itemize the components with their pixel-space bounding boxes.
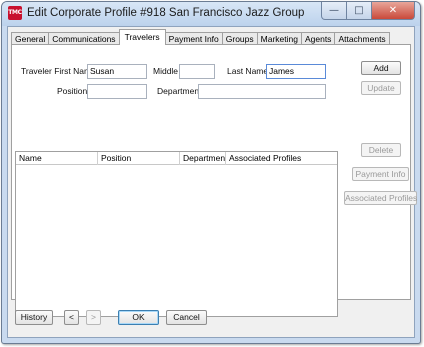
payment-info-button[interactable]: Payment Info xyxy=(352,167,409,181)
first-name-label: Traveler First Name xyxy=(21,66,96,76)
travelers-grid[interactable]: Name Position Department Associated Prof… xyxy=(15,151,338,317)
app-logo-icon: TMC xyxy=(8,6,22,20)
last-name-label: Last Name xyxy=(227,66,269,76)
dialog-body: General Communications Travelers Payment… xyxy=(7,26,417,338)
maximize-icon: □ xyxy=(354,5,364,16)
delete-button[interactable]: Delete xyxy=(361,143,401,157)
title-bar[interactable]: TMC Edit Corporate Profile #918 San Fran… xyxy=(2,2,420,26)
cancel-button[interactable]: Cancel xyxy=(166,310,207,325)
minimize-button[interactable]: — xyxy=(321,2,347,20)
column-header-name[interactable]: Name xyxy=(16,152,98,165)
position-label: Position xyxy=(57,86,88,96)
footer-bar: History < > OK Cancel xyxy=(8,300,414,337)
department-field[interactable] xyxy=(198,84,326,99)
close-button[interactable]: ✕ xyxy=(372,2,415,20)
update-button[interactable]: Update xyxy=(361,81,401,95)
associated-profiles-button[interactable]: Associated Profiles xyxy=(344,191,417,205)
chevron-left-icon: < xyxy=(69,312,74,322)
close-icon: ✕ xyxy=(388,5,398,16)
position-field[interactable] xyxy=(87,84,147,99)
add-button[interactable]: Add xyxy=(361,61,401,75)
tab-strip: General Communications Travelers Payment… xyxy=(11,29,390,45)
ok-button[interactable]: OK xyxy=(118,310,159,325)
window-controls: — □ ✕ xyxy=(321,2,415,20)
next-button[interactable]: > xyxy=(86,310,101,325)
last-name-field[interactable]: James xyxy=(266,64,326,79)
grid-header: Name Position Department Associated Prof… xyxy=(16,152,337,165)
column-header-associated-profiles[interactable]: Associated Profiles xyxy=(226,152,338,165)
minimize-icon: — xyxy=(329,5,339,16)
column-header-position[interactable]: Position xyxy=(98,152,180,165)
tab-travelers[interactable]: Travelers xyxy=(118,29,166,45)
window-title: Edit Corporate Profile #918 San Francisc… xyxy=(27,7,305,19)
middle-label: Middle xyxy=(153,66,179,76)
first-name-field[interactable]: Susan xyxy=(87,64,147,79)
history-button[interactable]: History xyxy=(15,310,53,325)
column-header-department[interactable]: Department xyxy=(180,152,226,165)
chevron-right-icon: > xyxy=(91,312,96,322)
profile-window: TMC Edit Corporate Profile #918 San Fran… xyxy=(1,1,421,344)
previous-button[interactable]: < xyxy=(64,310,79,325)
travelers-panel: Traveler First Name Susan Middle Last Na… xyxy=(11,44,417,317)
middle-name-field[interactable] xyxy=(179,64,215,79)
department-label: Department xyxy=(157,86,202,96)
maximize-button[interactable]: □ xyxy=(347,2,372,20)
